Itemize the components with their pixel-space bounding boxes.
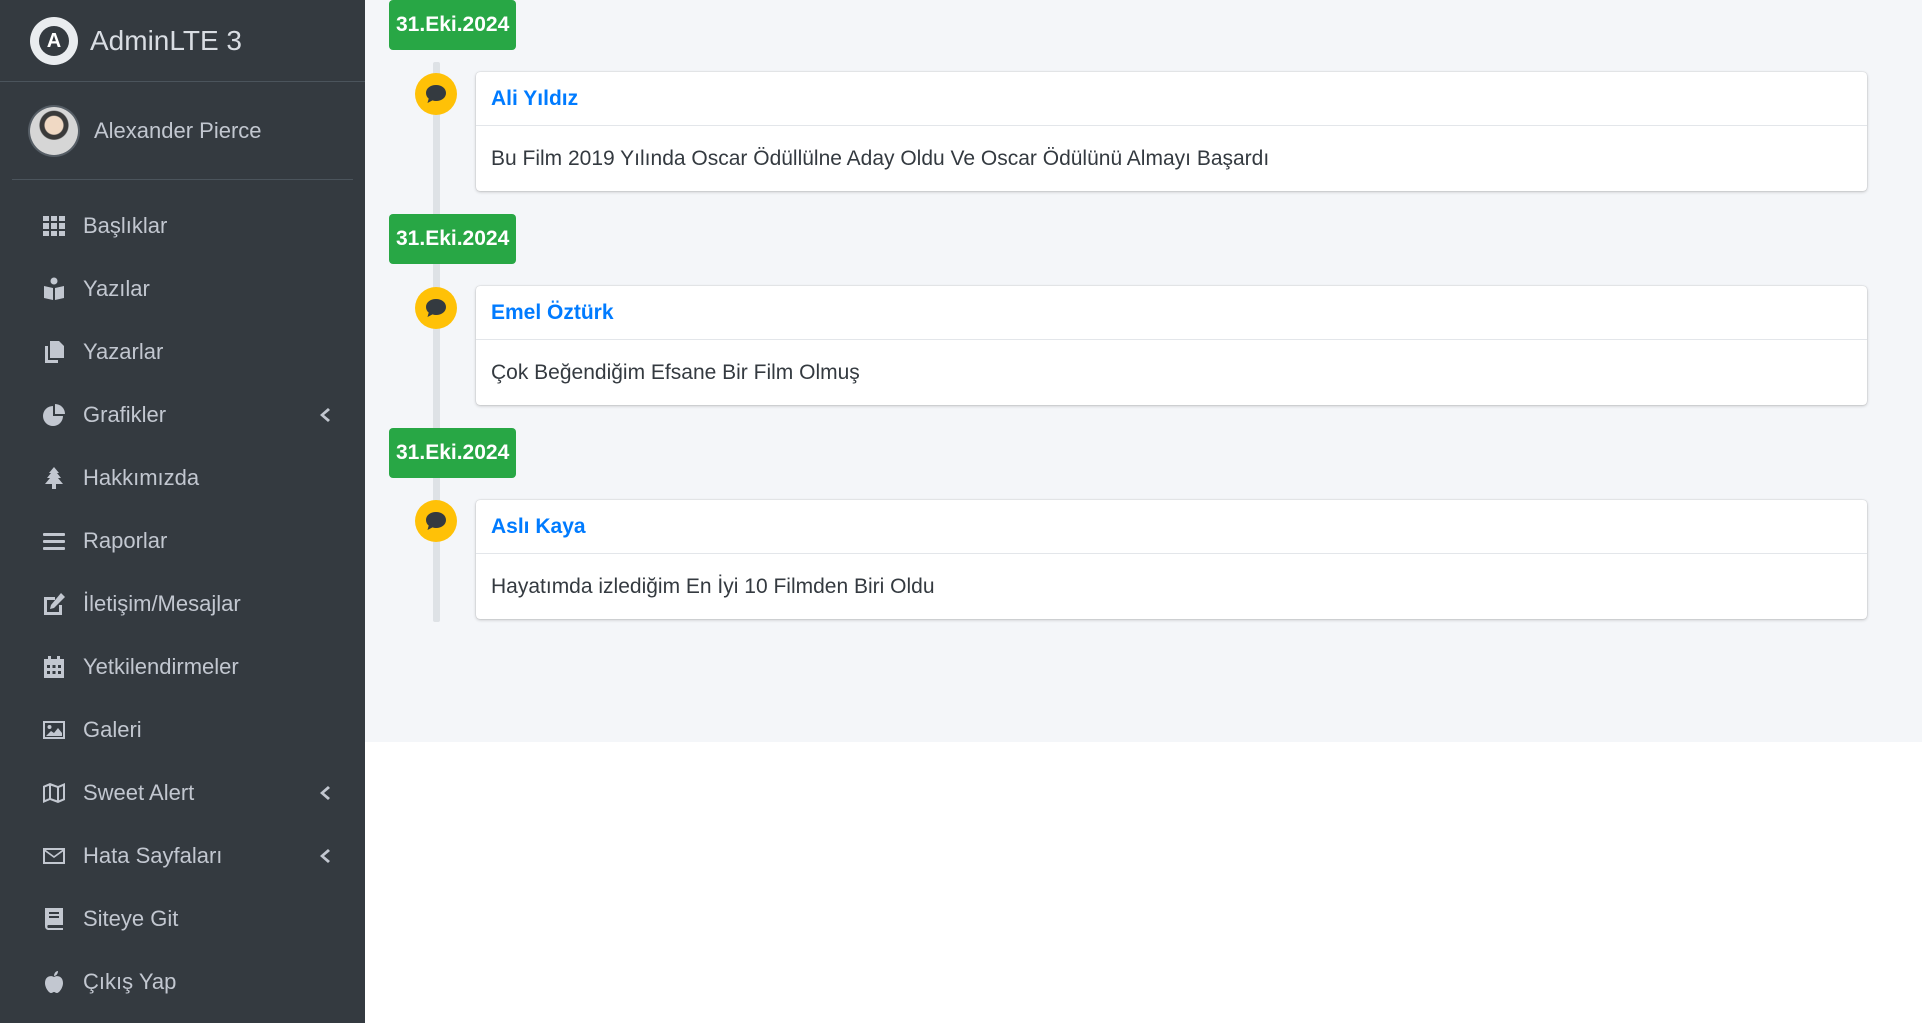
sidebar-item-basliklar[interactable]: Başlıklar bbox=[0, 194, 365, 257]
content-wrapper: 31.Eki.2024 Ali Yıldız Bu Film 2019 Yılı… bbox=[365, 0, 1922, 742]
sidebar-item-label: Yetkilendirmeler bbox=[83, 653, 239, 679]
sidebar-item-raporlar[interactable]: Raporlar bbox=[0, 509, 365, 572]
chevron-left-icon bbox=[317, 406, 331, 424]
timeline-header: Ali Yıldız bbox=[476, 72, 1867, 126]
book-icon bbox=[40, 906, 68, 932]
chevron-left-icon bbox=[317, 784, 331, 802]
sidebar-item-yetkilendirmeler[interactable]: Yetkilendirmeler bbox=[0, 635, 365, 698]
sidebar-nav: Başlıklar Yazılar Yazarlar Grafikler Hak… bbox=[0, 180, 365, 1013]
comment-text: Çok Beğendiğim Efsane Bir Film Olmuş bbox=[491, 360, 860, 384]
sidebar-item-yazilar[interactable]: Yazılar bbox=[0, 257, 365, 320]
avatar bbox=[30, 106, 78, 155]
grid-icon bbox=[40, 213, 68, 239]
sidebar-item-cikis-yap[interactable]: Çıkış Yap bbox=[0, 950, 365, 1013]
comment-text: Bu Film 2019 Yılında Oscar Ödüllülne Ada… bbox=[491, 146, 1270, 170]
comment-author-link[interactable]: Ali Yıldız bbox=[491, 87, 578, 111]
sidebar-item-yazarlar[interactable]: Yazarlar bbox=[0, 320, 365, 383]
comment-icon bbox=[415, 287, 457, 329]
sidebar-item-sweet-alert[interactable]: Sweet Alert bbox=[0, 761, 365, 824]
user-panel[interactable]: Alexander Pierce bbox=[12, 82, 353, 180]
sidebar: A AdminLTE 3 Alexander Pierce Başlıklar … bbox=[0, 0, 365, 1023]
calendar-icon bbox=[40, 654, 68, 680]
sidebar-item-label: Grafikler bbox=[83, 401, 167, 427]
sidebar-item-hakkimizda[interactable]: Hakkımızda bbox=[0, 446, 365, 509]
brand-logo-icon: A bbox=[30, 16, 78, 65]
sidebar-item-hata-sayfalari[interactable]: Hata Sayfaları bbox=[0, 824, 365, 887]
sidebar-item-label: Hakkımızda bbox=[83, 464, 200, 490]
sidebar-item-label: Hata Sayfaları bbox=[83, 842, 223, 868]
copy-icon bbox=[40, 339, 68, 365]
comment-icon bbox=[415, 73, 457, 115]
user-name: Alexander Pierce bbox=[94, 117, 262, 143]
timeline-item: Aslı Kaya Hayatımda izlediğim En İyi 10 … bbox=[476, 500, 1867, 619]
sidebar-item-label: Çıkış Yap bbox=[83, 968, 177, 994]
edit-icon bbox=[40, 591, 68, 617]
sidebar-item-label: Galeri bbox=[83, 716, 142, 742]
brand-link[interactable]: A AdminLTE 3 bbox=[0, 0, 365, 82]
chart-pie-icon bbox=[40, 402, 68, 428]
book-reader-icon bbox=[40, 276, 68, 302]
brand-name: AdminLTE 3 bbox=[90, 24, 242, 56]
sidebar-item-label: Raporlar bbox=[83, 527, 168, 553]
envelope-icon bbox=[40, 843, 68, 869]
sidebar-item-label: Yazarlar bbox=[83, 338, 164, 364]
sidebar-item-grafikler[interactable]: Grafikler bbox=[0, 383, 365, 446]
sidebar-item-label: İletişim/Mesajlar bbox=[83, 590, 241, 616]
timeline-item: Emel Öztürk Çok Beğendiğim Efsane Bir Fi… bbox=[476, 286, 1867, 405]
apple-icon bbox=[40, 969, 68, 995]
sidebar-item-galeri[interactable]: Galeri bbox=[0, 698, 365, 761]
timeline-date-badge: 31.Eki.2024 bbox=[389, 214, 517, 264]
map-icon bbox=[40, 780, 68, 806]
sidebar-item-siteye-git[interactable]: Siteye Git bbox=[0, 887, 365, 950]
comment-author-link[interactable]: Aslı Kaya bbox=[491, 515, 586, 539]
sidebar-item-label: Siteye Git bbox=[83, 905, 179, 931]
timeline-date-badge: 31.Eki.2024 bbox=[389, 0, 517, 50]
comment-icon bbox=[415, 500, 457, 542]
sidebar-item-iletisim[interactable]: İletişim/Mesajlar bbox=[0, 572, 365, 635]
tree-icon bbox=[40, 465, 68, 491]
timeline-item: Ali Yıldız Bu Film 2019 Yılında Oscar Öd… bbox=[476, 72, 1867, 191]
timeline-date-badge: 31.Eki.2024 bbox=[389, 428, 517, 478]
brand-logo-letter: A bbox=[39, 25, 69, 56]
sidebar-item-label: Yazılar bbox=[83, 275, 150, 301]
image-icon bbox=[40, 717, 68, 743]
bars-icon bbox=[40, 528, 68, 554]
timeline-header: Emel Öztürk bbox=[476, 286, 1867, 340]
chevron-left-icon bbox=[317, 847, 331, 865]
comment-text: Hayatımda izlediğim En İyi 10 Filmden Bi… bbox=[491, 574, 935, 598]
timeline-header: Aslı Kaya bbox=[476, 500, 1867, 554]
sidebar-item-label: Sweet Alert bbox=[83, 779, 195, 805]
comment-author-link[interactable]: Emel Öztürk bbox=[491, 301, 614, 325]
sidebar-item-label: Başlıklar bbox=[83, 212, 168, 238]
